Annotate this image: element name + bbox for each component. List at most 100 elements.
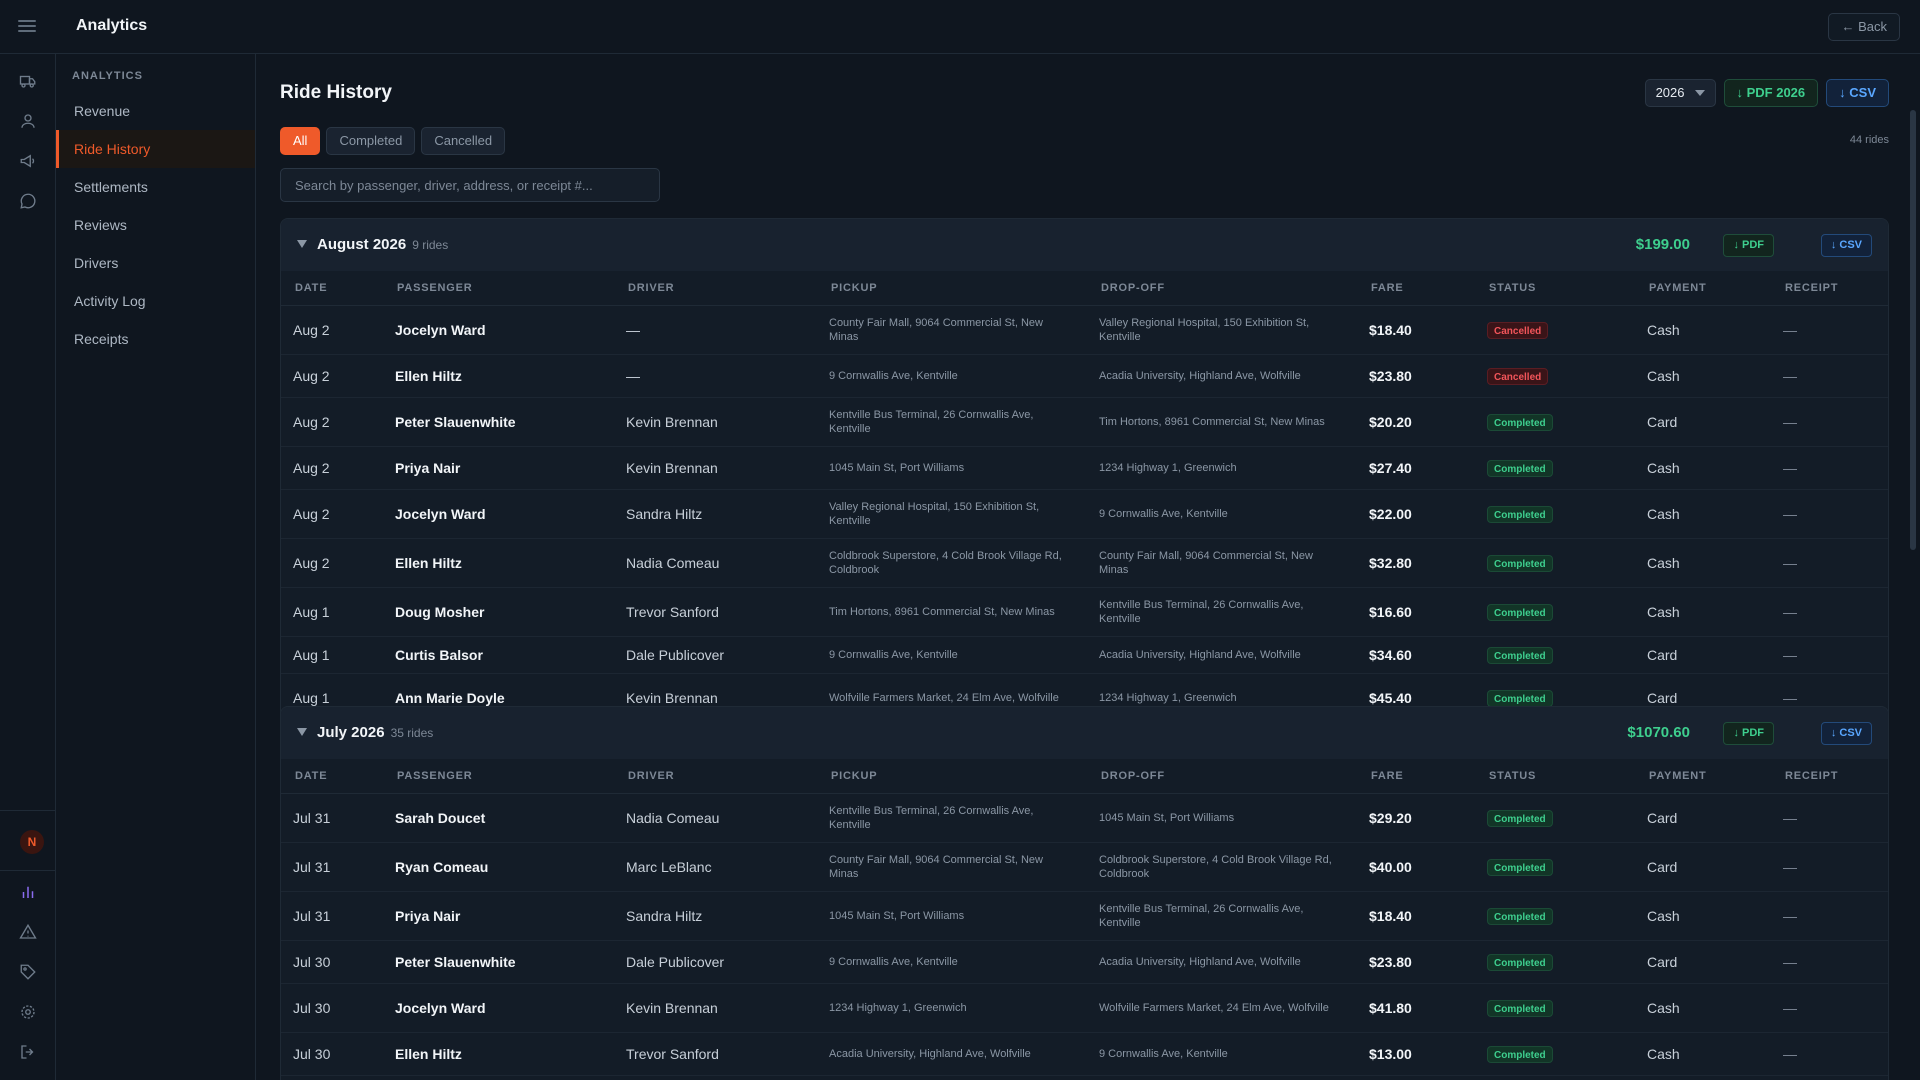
dropoff-address: 9 Cornwallis Ave, Kentville [1087, 489, 1357, 539]
dropoff-address: 9 Cornwallis Ave, Kentville [1087, 1032, 1357, 1076]
sidebar-item-drivers[interactable]: Drivers [56, 244, 255, 282]
ride-count: 44 rides [1849, 134, 1889, 146]
driver-name: Trevor Sanford [614, 587, 817, 637]
table-row[interactable]: Aug 1 Doug Mosher Trevor Sanford Tim Horton… [281, 587, 1888, 637]
status-cell: Completed [1475, 1075, 1635, 1080]
table-row[interactable]: Jul 30 Ellen Hiltz Trevor Sanford Acadia Un… [281, 1032, 1888, 1076]
back-button[interactable]: ← Back [1828, 13, 1900, 41]
export-csv-button[interactable]: ↓ CSV [1826, 79, 1889, 107]
month-ride-count: 35 rides [390, 726, 434, 740]
driver-name: Dale Publicover [614, 940, 817, 984]
table-row[interactable]: Aug 1 Curtis Balsor Dale Publicover 9 Cornw… [281, 636, 1888, 674]
sidebar-item-activity-log[interactable]: Activity Log [56, 282, 255, 320]
column-header: DRIVER [614, 271, 817, 306]
sidebar-item-ride-history[interactable]: Ride History [56, 130, 255, 168]
month-csv-button[interactable]: ↓ CSV [1820, 722, 1872, 745]
tag-icon[interactable] [18, 962, 38, 982]
table-row[interactable]: Jul 30 Jocelyn Ward Kevin Brennan 1234 High… [281, 983, 1888, 1033]
sidebar-item-receipts[interactable]: Receipts [56, 320, 255, 358]
filter-completed[interactable]: Completed [326, 127, 416, 155]
column-header: DATE [281, 759, 383, 794]
user-icon[interactable] [18, 111, 38, 131]
status-badge: Completed [1487, 1045, 1553, 1063]
gear-icon[interactable] [18, 1002, 38, 1022]
payment-method: Card [1635, 940, 1771, 984]
receipt-link: — [1771, 354, 1888, 398]
pickup-address: Kentville Bus Terminal, 26 Cornwallis Av… [817, 397, 1087, 447]
payment-method: Cash [1635, 1032, 1771, 1076]
payment-method: Card [1635, 793, 1771, 843]
sidebar-item-settlements[interactable]: Settlements [56, 168, 255, 206]
table-row[interactable]: Aug 2 Ellen Hiltz —9 Cornwallis Ave, Kentv… [281, 354, 1888, 398]
status-badge: Cancelled [1487, 367, 1549, 385]
menu-icon[interactable] [18, 17, 36, 35]
status-badge: Completed [1487, 505, 1553, 523]
ride-date: Aug 2 [281, 489, 383, 539]
table-row[interactable]: Jul 29Doug MosherMarc LeBlancColdbrook S… [281, 1075, 1888, 1080]
chat-icon[interactable] [18, 191, 38, 211]
export-pdf-year-button[interactable]: ↓ PDF 2026 [1723, 79, 1819, 107]
column-header: PAYMENT [1635, 271, 1771, 306]
pickup-address: 9 Cornwallis Ave, Kentville [817, 636, 1087, 674]
filter-cancelled[interactable]: Cancelled [421, 127, 506, 155]
passenger-name: Jocelyn Ward [383, 983, 614, 1033]
month-group-header[interactable]: August 2026 9 rides $199.00 ↓ PDF ↓ CSV [281, 219, 1888, 271]
status-badge: Completed [1487, 646, 1553, 664]
month-csv-button[interactable]: ↓ CSV [1820, 234, 1872, 257]
status-badge: Completed [1487, 413, 1553, 431]
table-row[interactable]: Aug 2 Ellen Hiltz Nadia Comeau Coldbrook Su… [281, 538, 1888, 588]
month-group-header[interactable]: July 2026 35 rides $1070.60 ↓ PDF ↓ CSV [281, 707, 1888, 759]
table-row[interactable]: Aug 2 Peter Slauenwhite Kevin Brennan Kentv… [281, 397, 1888, 447]
sidebar-item-revenue[interactable]: Revenue [56, 92, 255, 130]
truck-icon[interactable] [18, 71, 38, 91]
table-row[interactable]: Jul 30 Peter Slauenwhite Dale Publicover 9 … [281, 940, 1888, 984]
collapse-triangle-icon[interactable] [297, 728, 307, 736]
ride-date: Jul 31 [281, 891, 383, 941]
column-header: PICKUP [817, 759, 1087, 794]
pickup-address: 9 Cornwallis Ave, Kentville [817, 940, 1087, 984]
passenger-name: Priya Nair [383, 446, 614, 490]
logout-icon[interactable] [18, 1042, 38, 1062]
table-row[interactable]: Jul 31 Sarah Doucet Nadia Comeau Kentville … [281, 793, 1888, 843]
table-row[interactable]: Jul 31 Ryan Comeau Marc LeBlanc County Fair… [281, 842, 1888, 892]
dropoff-address: Wolfville Farmers Market, 24 Elm Ave, Wo… [1087, 983, 1357, 1033]
pickup-address: County Fair Mall, 9064 Commercial St, Ne… [817, 842, 1087, 892]
month-title: July 2026 35 rides [317, 724, 433, 741]
month-pdf-button[interactable]: ↓ PDF [1723, 722, 1774, 745]
receipt-link: — [1771, 489, 1888, 539]
warning-icon[interactable] [18, 922, 38, 942]
filter-all[interactable]: All [280, 127, 321, 155]
receipt-link: — [1771, 842, 1888, 892]
search-input[interactable] [280, 168, 660, 202]
export-controls: 2026 ↓ PDF 2026 ↓ CSV [1644, 79, 1889, 107]
year-select[interactable]: 2026 [1644, 79, 1716, 107]
driver-name: Kevin Brennan [614, 397, 817, 447]
month-pdf-button[interactable]: ↓ PDF [1723, 234, 1774, 257]
driver-name: Sandra Hiltz [614, 891, 817, 941]
driver-name: Dale Publicover [614, 636, 817, 674]
scrollbar[interactable] [1910, 110, 1916, 550]
status-cell: Completed [1475, 489, 1635, 539]
ride-date: Aug 2 [281, 538, 383, 588]
passenger-name: Sarah Doucet [383, 793, 614, 843]
avatar[interactable]: N [20, 830, 44, 854]
column-header: STATUS [1475, 759, 1635, 794]
bar-chart-icon[interactable] [18, 882, 38, 902]
receipt-link: — [1771, 587, 1888, 637]
ride-date: Aug 2 [281, 354, 383, 398]
month-total: $199.00 [1635, 236, 1690, 253]
status-badge: Completed [1487, 953, 1553, 971]
megaphone-icon[interactable] [18, 151, 38, 171]
pickup-address: Coldbrook Superstore, 4 Cold Brook Villa… [817, 1075, 1087, 1080]
table-row[interactable]: Aug 2 Jocelyn Ward — County Fair Mall, 9064… [281, 305, 1888, 355]
status-cell: Completed [1475, 983, 1635, 1033]
status-cell: Completed [1475, 1032, 1635, 1076]
column-header: PAYMENT [1635, 759, 1771, 794]
sidebar-item-reviews[interactable]: Reviews [56, 206, 255, 244]
status-badge: Completed [1487, 459, 1553, 477]
table-row[interactable]: Jul 31 Priya Nair Sandra Hiltz 1045 Main St… [281, 891, 1888, 941]
page-title: Ride History [280, 82, 392, 103]
collapse-triangle-icon[interactable] [297, 240, 307, 248]
table-row[interactable]: Aug 2 Priya Nair Kevin Brennan 1045 Main St… [281, 446, 1888, 490]
table-row[interactable]: Aug 2 Jocelyn Ward Sandra Hiltz Valley Regi… [281, 489, 1888, 539]
